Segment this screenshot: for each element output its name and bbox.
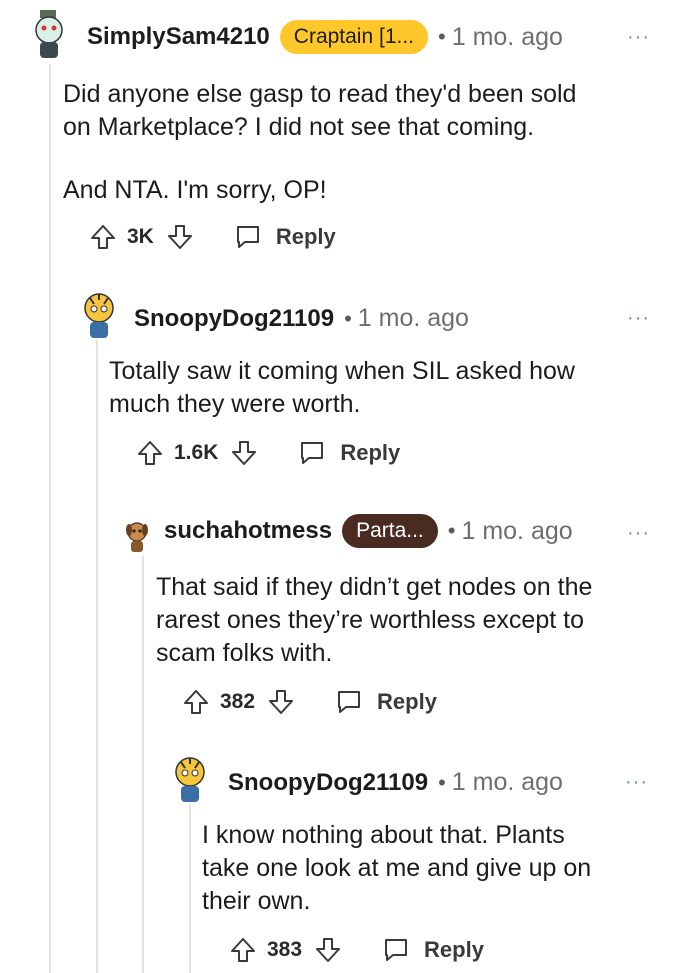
thread-line-3[interactable]: [142, 556, 144, 973]
body-line: Did anyone else gasp to read they'd been…: [63, 80, 577, 108]
upvote-icon[interactable]: [182, 688, 210, 716]
body-line: take one look at me and give up on: [202, 854, 592, 882]
avatar[interactable]: [169, 754, 209, 802]
separator-dot: •: [438, 769, 446, 795]
body-line: rarest ones they’re worthless except to: [156, 606, 584, 634]
upvote-icon[interactable]: [89, 223, 117, 251]
more-options-icon[interactable]: ···: [627, 522, 650, 545]
body-line: That said if they didn’t get nodes on th…: [156, 573, 593, 601]
downvote-icon[interactable]: [267, 688, 295, 716]
thread-line-1[interactable]: [49, 64, 51, 973]
username[interactable]: SnoopyDog21109: [228, 769, 428, 797]
vote-count: 383: [267, 938, 303, 961]
comment-body: Totally saw it coming when SIL asked how…: [109, 355, 575, 421]
reply-label: Reply: [340, 440, 401, 465]
downvote-icon[interactable]: [230, 439, 258, 467]
vote-count: 1.6K: [174, 441, 219, 464]
reply-button[interactable]: Reply: [335, 688, 437, 716]
comment-actions: 383 Reply: [229, 936, 484, 964]
body-line: Totally saw it coming when SIL asked how: [109, 357, 575, 385]
timestamp: 1 mo. ago: [451, 768, 563, 796]
reply-label: Reply: [424, 937, 484, 962]
comment-bubble-icon: [298, 439, 326, 467]
upvote-icon[interactable]: [229, 936, 257, 964]
downvote-icon[interactable]: [314, 936, 342, 964]
username[interactable]: SnoopyDog21109: [134, 305, 334, 333]
comment-body: That said if they didn’t get nodes on th…: [156, 571, 592, 670]
dog-snoo-avatar-icon: [126, 522, 148, 552]
separator-dot: •: [447, 518, 456, 543]
comment-body: I know nothing about that. Plants take o…: [202, 819, 591, 918]
separator-dot: •: [344, 305, 352, 331]
tiger-snoo-avatar-icon: [84, 293, 114, 338]
avatar[interactable]: [78, 290, 118, 338]
comment-actions: 3K Reply: [89, 223, 336, 251]
vote-count: 382: [220, 690, 256, 713]
body-line: much they were worth.: [109, 390, 361, 418]
separator-dot: •: [438, 24, 446, 49]
comment-bubble-icon: [234, 223, 262, 251]
body-line: I know nothing about that. Plants: [202, 821, 565, 849]
body-line: on Marketplace? I did not see that comin…: [63, 113, 535, 141]
user-flair: Craptain [1...: [279, 20, 429, 54]
upvote-icon[interactable]: [136, 439, 164, 467]
reply-button[interactable]: Reply: [298, 439, 400, 467]
comment-body: Did anyone else gasp to read they'd been…: [63, 78, 576, 207]
more-options-icon[interactable]: ···: [627, 26, 650, 49]
reply-button[interactable]: Reply: [234, 223, 336, 251]
vote-count: 3K: [127, 225, 154, 248]
timestamp: 1 mo. ago: [461, 516, 573, 545]
reply-label: Reply: [377, 689, 437, 714]
comment-bubble-icon: [382, 936, 410, 964]
avatar[interactable]: [28, 10, 68, 58]
timestamp: 1 mo. ago: [357, 304, 469, 332]
thread-line-2[interactable]: [96, 340, 98, 973]
avatar[interactable]: [123, 520, 163, 562]
body-line: their own.: [202, 887, 311, 915]
more-options-icon[interactable]: ···: [627, 307, 650, 330]
username[interactable]: suchahotmess: [164, 517, 332, 545]
more-options-icon[interactable]: ···: [625, 771, 648, 794]
timestamp: 1 mo. ago: [451, 22, 563, 51]
username[interactable]: SimplySam4210: [87, 23, 270, 51]
downvote-icon[interactable]: [166, 223, 194, 251]
comment-actions: 1.6K Reply: [136, 439, 400, 467]
body-line: scam folks with.: [156, 639, 333, 667]
body-line: And NTA. I'm sorry, OP!: [63, 176, 327, 204]
snoo-avatar-icon: [35, 10, 63, 58]
reply-button[interactable]: Reply: [382, 936, 484, 964]
comment-bubble-icon: [335, 688, 363, 716]
thread-line-4[interactable]: [189, 804, 191, 973]
comment-actions: 382 Reply: [182, 688, 437, 716]
user-flair: Parta...: [342, 514, 438, 548]
reply-label: Reply: [275, 224, 336, 249]
tiger-snoo-avatar-icon: [175, 757, 205, 802]
